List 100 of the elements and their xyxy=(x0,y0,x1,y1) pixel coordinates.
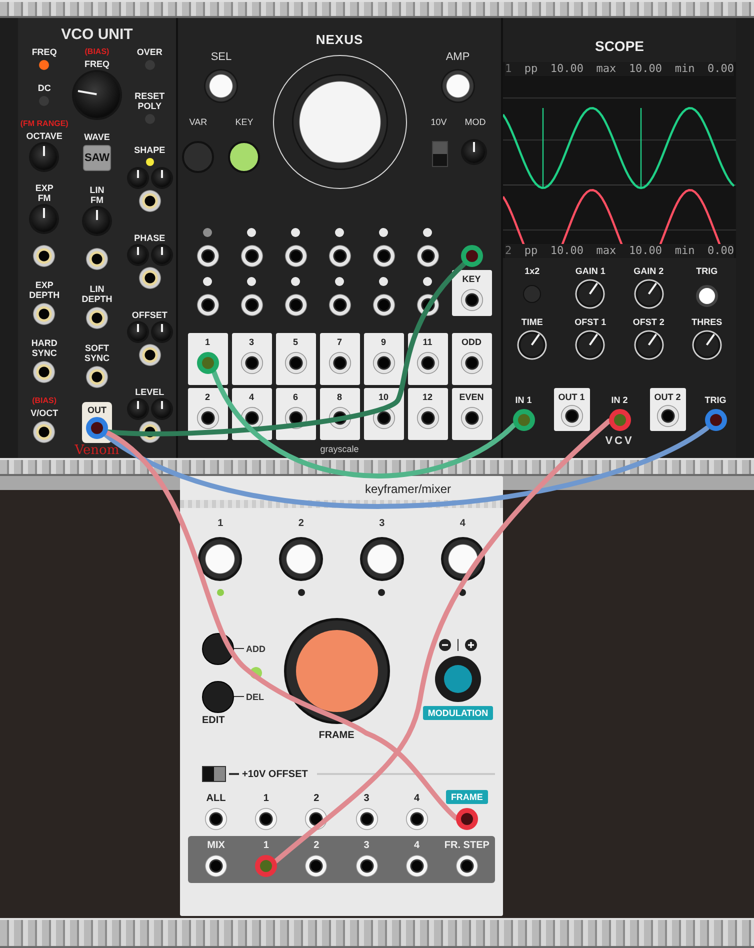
jack-socket[interactable] xyxy=(416,352,438,374)
cable-plug[interactable] xyxy=(456,808,478,830)
knob[interactable] xyxy=(152,169,171,187)
jack-socket[interactable] xyxy=(33,303,56,325)
switch-label: +10V OFFSET xyxy=(242,768,308,780)
jack-socket[interactable] xyxy=(560,405,582,427)
patch-cable[interactable] xyxy=(212,370,516,478)
jack-socket[interactable] xyxy=(33,421,56,443)
cable-plug[interactable] xyxy=(704,409,726,431)
jack-socket[interactable] xyxy=(356,855,378,877)
jack-socket[interactable] xyxy=(416,245,438,267)
jack-socket[interactable] xyxy=(240,245,262,267)
jack-socket[interactable] xyxy=(86,248,108,270)
button-label: KEY xyxy=(235,117,254,129)
knob[interactable] xyxy=(204,69,238,103)
control-label: THRES xyxy=(692,317,722,327)
jack-socket[interactable] xyxy=(33,361,56,383)
cable-plug[interactable] xyxy=(460,245,482,267)
big-knob[interactable] xyxy=(272,55,406,189)
knob[interactable] xyxy=(31,206,58,232)
jack-socket[interactable] xyxy=(406,808,428,830)
cable-plug[interactable] xyxy=(512,409,534,431)
jack-socket[interactable] xyxy=(196,245,218,267)
jack-socket[interactable] xyxy=(284,245,306,267)
jack-socket[interactable] xyxy=(240,352,262,374)
knob[interactable] xyxy=(440,537,485,581)
knob[interactable] xyxy=(692,330,722,360)
jack-socket[interactable] xyxy=(656,405,678,427)
control-label: GAIN 2 xyxy=(634,266,664,276)
port-label: 5 xyxy=(292,337,298,347)
jack-socket[interactable] xyxy=(86,307,108,329)
knob[interactable] xyxy=(575,330,606,360)
jack-socket[interactable] xyxy=(456,855,478,877)
delete-button[interactable] xyxy=(202,680,234,712)
jack-socket[interactable] xyxy=(328,245,350,267)
jack-socket[interactable] xyxy=(460,352,482,374)
jack-socket[interactable] xyxy=(196,294,218,316)
control-label: GAIN 1 xyxy=(575,266,606,276)
jack-socket[interactable] xyxy=(372,352,394,374)
toggle-switch[interactable] xyxy=(202,766,226,782)
knob[interactable] xyxy=(128,246,147,264)
knob[interactable] xyxy=(462,141,485,163)
jack-socket[interactable] xyxy=(86,366,108,388)
knob[interactable] xyxy=(31,144,58,170)
knob[interactable] xyxy=(198,537,242,581)
modulation-knob[interactable] xyxy=(435,656,481,702)
readout-value: 0.00 xyxy=(707,62,734,76)
control-label: 1x2 xyxy=(524,266,540,276)
jack-socket[interactable] xyxy=(328,294,350,316)
knob[interactable] xyxy=(152,246,171,264)
jack-socket[interactable] xyxy=(205,855,227,877)
knob[interactable] xyxy=(575,279,606,309)
jack-socket[interactable] xyxy=(240,294,262,316)
jack-socket[interactable] xyxy=(284,294,306,316)
jack-socket[interactable] xyxy=(138,190,161,212)
cable-plug[interactable] xyxy=(86,417,108,439)
wave-button[interactable]: SAW xyxy=(82,145,111,171)
knob[interactable] xyxy=(634,279,664,309)
jack-socket[interactable] xyxy=(305,855,328,877)
parameter-label: DC xyxy=(38,83,51,93)
knob[interactable] xyxy=(128,400,147,418)
jack-socket[interactable] xyxy=(416,407,438,429)
knob-label: FRAME xyxy=(318,730,354,740)
parameter-label: LIN FM xyxy=(90,185,104,205)
knob[interactable] xyxy=(84,208,110,234)
knob[interactable] xyxy=(634,330,664,360)
control-label: TIME xyxy=(521,317,543,327)
parameter-label: FREQ xyxy=(84,59,110,69)
knob[interactable] xyxy=(128,169,147,187)
knob[interactable] xyxy=(517,330,548,360)
knob[interactable] xyxy=(152,400,171,418)
jack-socket[interactable] xyxy=(372,245,394,267)
knob[interactable] xyxy=(152,323,171,341)
jack-socket[interactable] xyxy=(138,267,161,289)
jack-socket[interactable] xyxy=(372,294,394,316)
knob[interactable] xyxy=(440,69,475,103)
module-title: SCOPE xyxy=(594,38,644,54)
knob[interactable] xyxy=(128,323,147,341)
jack-socket[interactable] xyxy=(33,245,56,267)
jack-socket[interactable] xyxy=(356,808,378,830)
readout-value: 10.00 xyxy=(550,244,584,258)
jack-socket[interactable] xyxy=(205,808,227,830)
push-button[interactable] xyxy=(228,141,260,173)
knob[interactable] xyxy=(279,537,324,581)
jack-socket[interactable] xyxy=(138,344,161,366)
trigger-light[interactable] xyxy=(696,285,718,307)
jack-socket[interactable] xyxy=(406,855,428,877)
port-label: 1 xyxy=(263,840,269,851)
jack-socket[interactable] xyxy=(460,407,482,429)
toggle-switch[interactable] xyxy=(432,141,448,167)
knob[interactable] xyxy=(360,537,404,581)
jack-socket[interactable] xyxy=(460,289,482,311)
jack-socket[interactable] xyxy=(284,352,306,374)
jack-socket[interactable] xyxy=(196,407,218,429)
channel-number: 1 xyxy=(505,62,512,76)
port-label: 1 xyxy=(263,793,269,804)
readout-value: 10.00 xyxy=(628,244,662,258)
parameter-label: SHAPE xyxy=(134,145,166,155)
jack-socket[interactable] xyxy=(328,352,350,374)
jack-socket[interactable] xyxy=(255,808,278,830)
